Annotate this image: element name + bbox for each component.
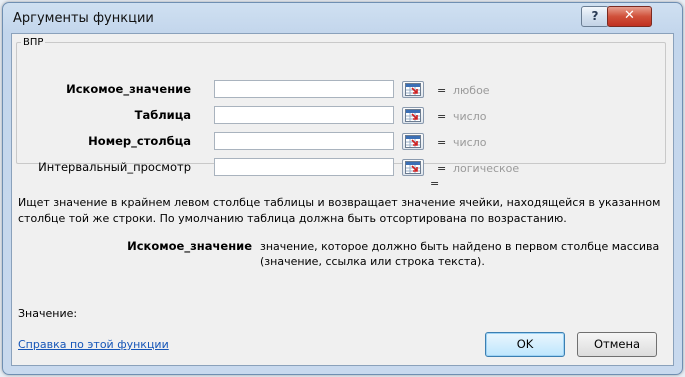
argument-help-name: Искомое_значение (127, 239, 252, 253)
table-input[interactable] (214, 106, 394, 124)
function-help-link[interactable]: Справка по этой функции (18, 338, 169, 351)
collapse-dialog-icon (405, 109, 421, 122)
arg-hint: число (453, 110, 487, 123)
arg-label-lookup-value: Искомое_значение (66, 82, 191, 96)
arg-hint: число (453, 136, 487, 149)
function-description: Ищет значение в крайнем левом столбце та… (18, 196, 661, 225)
function-name: ВПР (23, 37, 44, 48)
collapse-dialog-button[interactable] (402, 107, 424, 124)
arg-equals: = (437, 110, 447, 123)
ok-button[interactable]: OK (485, 332, 565, 357)
collapse-dialog-button[interactable] (402, 159, 424, 176)
cancel-button[interactable]: Отмена (577, 332, 657, 357)
collapse-dialog-button[interactable] (402, 133, 424, 150)
lookup-value-input[interactable] (214, 80, 394, 98)
argument-help-text: значение, которое должно быть найдено в … (260, 240, 660, 268)
close-button[interactable]: ✕ (607, 6, 652, 27)
collapse-dialog-icon (405, 161, 421, 174)
function-arguments-group: ВПР Искомое_значение = любое Таблица = ч… (16, 37, 666, 176)
column-index-input[interactable] (214, 132, 394, 150)
arg-label-table: Таблица (134, 108, 191, 122)
dialog-content: ВПР Искомое_значение = любое Таблица = ч… (11, 33, 674, 366)
collapse-dialog-button[interactable] (402, 81, 424, 98)
dialog-title: Аргументы функции (13, 11, 154, 26)
arg-hint: логическое (453, 162, 520, 175)
arg-label-column-index: Номер_столбца (88, 134, 191, 148)
collapse-dialog-icon (405, 135, 421, 148)
title-bar[interactable]: Аргументы функции ? ✕ (3, 3, 682, 33)
result-equals: = (430, 177, 440, 190)
arg-hint: любое (453, 84, 490, 97)
dialog-window: Аргументы функции ? ✕ ВПР Искомое_значен… (2, 2, 683, 375)
arg-equals: = (437, 84, 447, 97)
help-button[interactable]: ? (581, 6, 609, 27)
arg-label-range-lookup: Интервальный_просмотр (38, 160, 191, 174)
arg-equals: = (437, 162, 447, 175)
arg-equals: = (437, 136, 447, 149)
result-label: Значение: (18, 307, 78, 320)
collapse-dialog-icon (405, 83, 421, 96)
range-lookup-input[interactable] (214, 158, 394, 176)
